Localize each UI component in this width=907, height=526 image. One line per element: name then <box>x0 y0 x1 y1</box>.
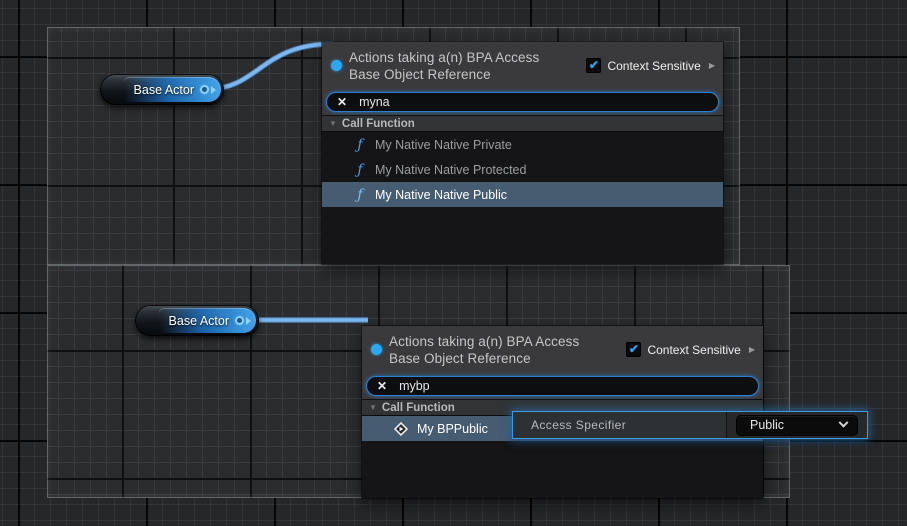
menu-item[interactable]: ƒ My Native Native Public <box>322 182 723 207</box>
object-output-pin-icon[interactable] <box>235 316 251 325</box>
menu-header: Actions taking a(n) BPA Access Base Obje… <box>362 326 763 373</box>
context-sensitive-label: Context Sensitive <box>607 59 700 73</box>
item-detail-tooltip: Access Specifier Public <box>512 411 868 439</box>
search-input[interactable]: ✕ mybp <box>366 376 759 396</box>
search-row: ✕ mybp <box>362 373 763 399</box>
check-icon: ✔ <box>589 59 599 72</box>
action-menu-top: Actions taking a(n) BPA Access Base Obje… <box>322 42 723 264</box>
dropdown-selected-value: Public <box>750 418 840 432</box>
search-input[interactable]: ✕ myna <box>326 92 719 112</box>
context-sensitive-label: Context Sensitive <box>647 343 740 357</box>
search-query-text: mybp <box>399 379 430 393</box>
submenu-arrow-icon[interactable]: ▶ <box>749 345 755 354</box>
menu-title: Actions taking a(n) BPA Access Base Obje… <box>349 49 539 83</box>
context-sensitive-toggle[interactable]: ✔ Context Sensitive ▶ <box>626 342 755 357</box>
blueprint-graph-canvas[interactable]: Base Actor Base Actor Actions taking a(n… <box>0 0 907 526</box>
node-title: Base Actor <box>169 314 229 328</box>
function-icon: ƒ <box>354 163 366 177</box>
menu-title-line2: Base Object Reference <box>349 66 539 83</box>
category-label: Call Function <box>342 118 415 130</box>
node-title: Base Actor <box>134 83 194 97</box>
clear-search-icon[interactable]: ✕ <box>337 96 347 108</box>
category-label: Call Function <box>382 402 455 414</box>
function-icon: ƒ <box>354 138 366 152</box>
menu-item-label: My BPPublic <box>417 422 488 436</box>
check-icon: ✔ <box>629 343 639 356</box>
collapse-triangle-icon: ▼ <box>369 403 377 412</box>
base-actor-node[interactable]: Base Actor <box>135 305 259 336</box>
context-sensitive-checkbox[interactable]: ✔ <box>626 342 641 357</box>
search-row: ✕ myna <box>322 89 723 115</box>
object-output-pin-icon[interactable] <box>200 85 216 94</box>
collapse-triangle-icon: ▼ <box>329 119 337 128</box>
access-specifier-label: Access Specifier <box>531 418 626 432</box>
detail-value-cell: Public <box>727 412 867 438</box>
menu-item-label: My Native Native Private <box>375 138 512 152</box>
menu-item-list: ƒ My Native Native Private ƒ My Native Nati… <box>322 132 723 207</box>
detail-label-cell: Access Specifier <box>513 412 726 438</box>
menu-header: Actions taking a(n) BPA Access Base Obje… <box>322 42 723 89</box>
submenu-arrow-icon[interactable]: ▶ <box>709 61 715 70</box>
search-query-text: myna <box>359 95 390 109</box>
context-sensitive-toggle[interactable]: ✔ Context Sensitive ▶ <box>586 58 715 73</box>
menu-title: Actions taking a(n) BPA Access Base Obje… <box>389 333 579 367</box>
access-specifier-dropdown[interactable]: Public <box>736 415 858 436</box>
menu-item-label: My Native Native Protected <box>375 163 526 177</box>
pin-type-dot-icon <box>331 60 342 71</box>
menu-item[interactable]: ƒ My Native Native Protected <box>322 157 723 182</box>
base-actor-node[interactable]: Base Actor <box>100 74 224 105</box>
category-call-function[interactable]: ▼ Call Function <box>322 115 723 132</box>
pin-type-dot-icon <box>371 344 382 355</box>
menu-title-line1: Actions taking a(n) BPA Access <box>349 49 539 66</box>
function-icon: ƒ <box>354 188 366 202</box>
menu-title-line2: Base Object Reference <box>389 350 579 367</box>
menu-item[interactable]: ƒ My Native Native Private <box>322 132 723 157</box>
chevron-down-icon <box>839 417 849 427</box>
bp-function-diamond-icon <box>394 422 408 436</box>
menu-item-label: My Native Native Public <box>375 188 507 202</box>
context-sensitive-checkbox[interactable]: ✔ <box>586 58 601 73</box>
clear-search-icon[interactable]: ✕ <box>377 380 387 392</box>
menu-title-line1: Actions taking a(n) BPA Access <box>389 333 579 350</box>
